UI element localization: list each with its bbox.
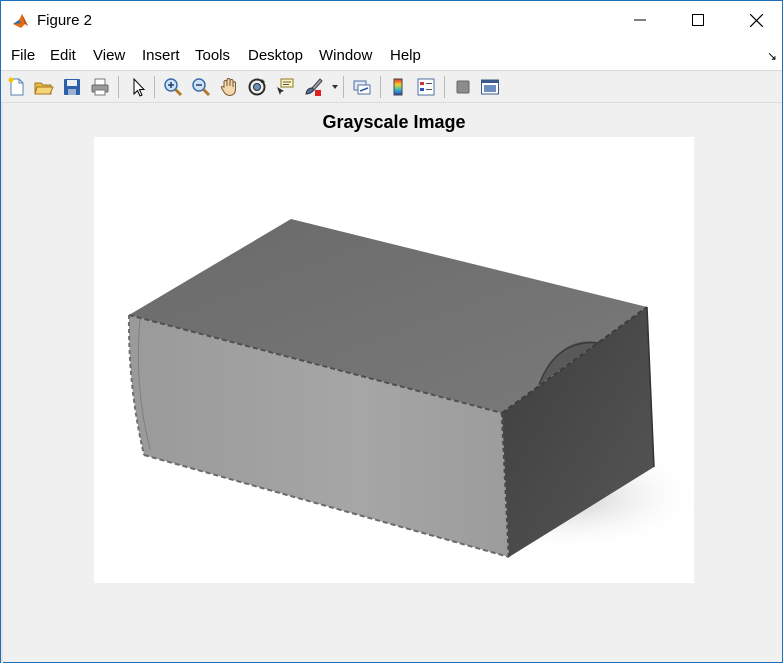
toolbar-separator — [118, 76, 119, 98]
hide-plot-tools-icon[interactable] — [452, 76, 474, 98]
brush-dropdown-arrow-icon[interactable] — [332, 85, 338, 89]
dock-arrow-icon[interactable]: ↘ — [767, 49, 777, 63]
maximize-button[interactable] — [669, 1, 727, 39]
print-icon[interactable] — [89, 76, 111, 98]
box-photo — [94, 137, 694, 583]
colorbar-icon[interactable] — [387, 76, 409, 98]
menu-edit[interactable]: Edit — [50, 47, 76, 64]
legend-icon[interactable] — [415, 76, 437, 98]
menu-desktop[interactable]: Desktop — [248, 47, 303, 64]
brush-icon[interactable] — [302, 76, 324, 98]
grayscale-image[interactable] — [94, 137, 694, 583]
window-left-edge — [1, 103, 3, 663]
toolbar-separator — [380, 76, 381, 98]
close-button[interactable] — [727, 1, 783, 39]
rotate-3d-icon[interactable] — [246, 76, 268, 98]
toolbar-separator — [444, 76, 445, 98]
zoom-out-icon[interactable] — [190, 76, 212, 98]
new-figure-icon[interactable] — [6, 76, 28, 98]
save-icon[interactable] — [61, 76, 83, 98]
open-file-icon[interactable] — [33, 76, 55, 98]
figure-toolbar — [1, 71, 782, 103]
axes-title: Grayscale Image — [322, 112, 466, 132]
title-bar[interactable]: Figure 2 — [1, 1, 782, 39]
data-cursor-icon[interactable] — [274, 76, 296, 98]
menu-insert[interactable]: Insert — [142, 47, 180, 64]
menu-bar: File Edit View Insert Tools Desktop Wind… — [1, 39, 782, 71]
figure-window: Figure 2 File Edit View Insert Tools Des… — [0, 0, 783, 663]
pan-hand-icon[interactable] — [218, 76, 240, 98]
link-plot-icon[interactable] — [351, 76, 373, 98]
matlab-logo-icon — [11, 11, 31, 31]
toolbar-separator — [343, 76, 344, 98]
minimize-button[interactable] — [611, 1, 669, 39]
zoom-in-icon[interactable] — [162, 76, 184, 98]
window-title: Figure 2 — [37, 12, 93, 29]
menu-help[interactable]: Help — [390, 47, 421, 64]
menu-window[interactable]: Window — [319, 47, 372, 64]
menu-view[interactable]: View — [93, 47, 125, 64]
show-plot-tools-icon[interactable] — [479, 76, 501, 98]
menu-file[interactable]: File — [11, 47, 35, 64]
toolbar-separator — [154, 76, 155, 98]
menu-tools[interactable]: Tools — [195, 47, 230, 64]
edit-plot-arrow-icon[interactable] — [127, 76, 149, 98]
